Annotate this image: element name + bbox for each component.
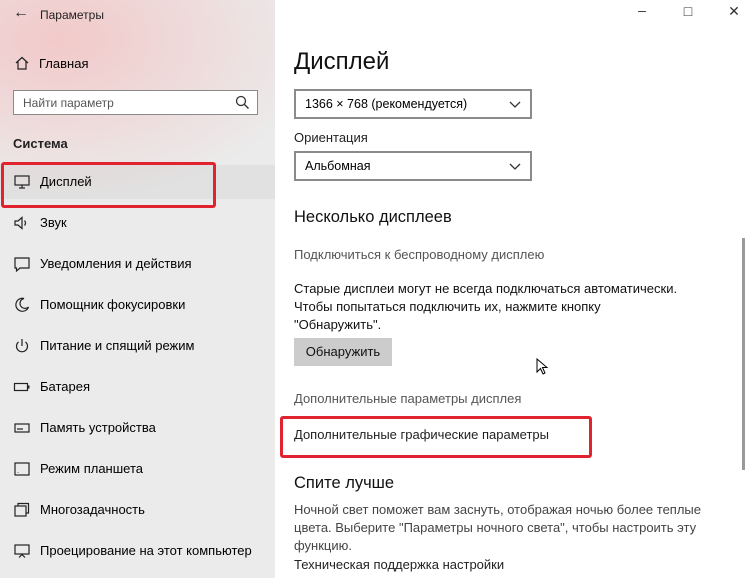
search-icon	[235, 95, 249, 109]
night-light-text-line2: цвета. Выберите "Параметры ночного света…	[294, 520, 697, 535]
projector-icon	[14, 544, 30, 558]
chevron-down-icon	[509, 101, 521, 108]
moon-icon	[15, 297, 30, 312]
old-displays-text-line3: "Обнаружить".	[294, 317, 382, 332]
wireless-display-link[interactable]: Подключиться к беспроводному дисплею	[294, 247, 544, 262]
night-light-text-line3: функцию.	[294, 538, 352, 553]
sidebar-item-tablet-mode[interactable]: Режим планшета	[0, 452, 275, 486]
notification-icon	[14, 257, 30, 273]
section-title: Система	[13, 136, 68, 151]
search-placeholder: Найти параметр	[23, 96, 114, 110]
sidebar-item-label: Помощник фокусировки	[40, 297, 186, 312]
sidebar-item-sound[interactable]: Звук	[0, 206, 275, 240]
sidebar-item-notifications[interactable]: Уведомления и действия	[0, 247, 275, 281]
support-link[interactable]: Техническая поддержка настройки	[294, 557, 504, 572]
home-label: Главная	[39, 55, 89, 71]
highlight-box-display	[1, 162, 216, 208]
sidebar-item-storage[interactable]: Память устройства	[0, 411, 275, 445]
storage-icon	[14, 423, 30, 433]
power-icon	[15, 339, 29, 353]
mouse-cursor-icon	[536, 358, 548, 375]
multi-display-heading: Несколько дисплеев	[294, 208, 452, 226]
page-title: Дисплей	[294, 48, 390, 75]
sidebar-item-projecting[interactable]: Проецирование на этот компьютер	[0, 534, 275, 568]
back-arrow-icon[interactable]: ←	[13, 4, 29, 22]
multitask-icon	[14, 502, 30, 517]
sidebar-item-label: Питание и спящий режим	[40, 338, 195, 353]
speaker-icon	[14, 216, 27, 230]
sidebar-item-battery[interactable]: Батарея	[0, 370, 275, 404]
home-nav-item[interactable]: Главная	[14, 52, 88, 74]
sleep-better-heading: Спите лучше	[294, 474, 395, 492]
orientation-label: Ориентация	[294, 130, 368, 145]
sidebar-item-label: Уведомления и действия	[40, 256, 192, 271]
orientation-dropdown[interactable]: Альбомная	[294, 151, 532, 181]
sidebar-item-multitasking[interactable]: Многозадачность	[0, 493, 275, 527]
tablet-icon	[14, 462, 30, 476]
window-title: Параметры	[40, 8, 104, 22]
highlight-box-graphics	[280, 416, 592, 458]
old-displays-text-line2: Чтобы попытаться подключить их, нажмите …	[294, 299, 601, 314]
scrollbar[interactable]	[742, 238, 745, 470]
orientation-value: Альбомная	[305, 159, 371, 173]
old-displays-text-line1: Старые дисплеи могут не всегда подключат…	[294, 281, 678, 296]
resolution-value: 1366 × 768 (рекомендуется)	[305, 97, 468, 111]
sidebar-item-label: Батарея	[40, 379, 91, 394]
main-content: Дисплей 1366 × 768 (рекомендуется) Ориен…	[275, 0, 750, 578]
chevron-down-icon	[509, 163, 521, 170]
detect-button[interactable]: Обнаружить	[294, 338, 392, 366]
sidebar: ← Параметры Главная Найти параметр Систе…	[0, 0, 275, 578]
night-light-text-line1: Ночной свет поможет вам заснуть, отображ…	[294, 502, 702, 517]
search-input[interactable]: Найти параметр	[13, 90, 258, 115]
sidebar-item-label: Память устройства	[40, 420, 156, 435]
sidebar-item-label: Режим планшета	[40, 461, 143, 476]
home-icon	[15, 56, 29, 70]
sidebar-item-label: Звук	[40, 215, 67, 230]
sidebar-item-focus-assist[interactable]: Помощник фокусировки	[0, 288, 275, 322]
resolution-dropdown[interactable]: 1366 × 768 (рекомендуется)	[294, 89, 532, 119]
title-bar-left: ← Параметры	[0, 0, 275, 30]
advanced-display-link[interactable]: Дополнительные параметры дисплея	[294, 391, 521, 406]
sidebar-item-power[interactable]: Питание и спящий режим	[0, 329, 275, 363]
battery-icon	[13, 382, 30, 392]
sidebar-item-label: Проецирование на этот компьютер	[40, 543, 252, 558]
sidebar-item-label: Многозадачность	[40, 502, 145, 517]
